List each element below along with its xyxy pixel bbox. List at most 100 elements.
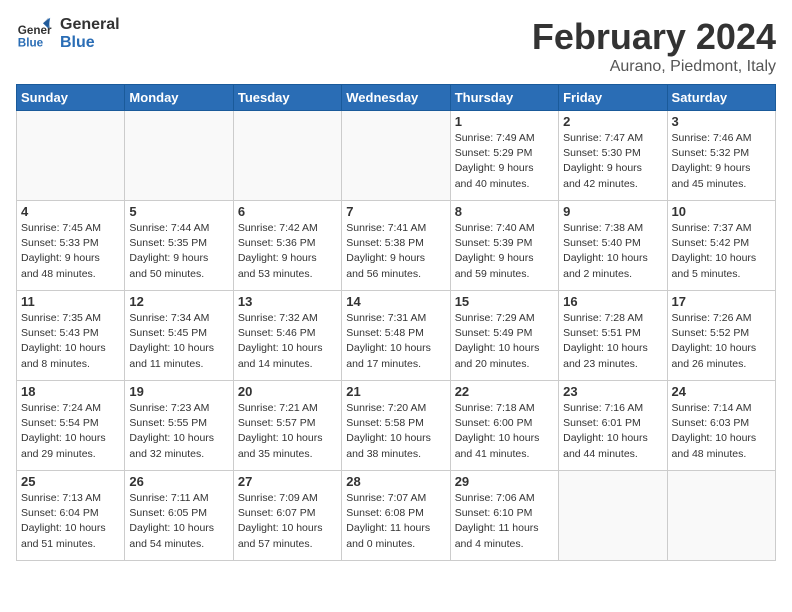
day-number: 22 [455, 384, 554, 399]
week-row-5: 25 Sunrise: 7:13 AM Sunset: 6:04 PM Dayli… [17, 471, 776, 561]
day-info: Sunrise: 7:23 AM Sunset: 5:55 PM Dayligh… [129, 401, 228, 462]
day-number: 20 [238, 384, 337, 399]
day-info: Sunrise: 7:09 AM Sunset: 6:07 PM Dayligh… [238, 491, 337, 552]
day-cell-5-4: 28 Sunrise: 7:07 AM Sunset: 6:08 PM Dayli… [342, 471, 450, 561]
day-info: Sunrise: 7:45 AM Sunset: 5:33 PM Dayligh… [21, 221, 120, 282]
day-cell-1-4 [342, 111, 450, 201]
day-cell-1-6: 2 Sunrise: 7:47 AM Sunset: 5:30 PM Daylig… [559, 111, 667, 201]
day-cell-1-7: 3 Sunrise: 7:46 AM Sunset: 5:32 PM Daylig… [667, 111, 775, 201]
day-number: 28 [346, 474, 445, 489]
day-number: 21 [346, 384, 445, 399]
day-number: 3 [672, 114, 771, 129]
day-cell-1-5: 1Sunrise: 7:49 AM Sunset: 5:29 PM Daylig… [450, 111, 558, 201]
day-cell-4-6: 23 Sunrise: 7:16 AM Sunset: 6:01 PM Dayli… [559, 381, 667, 471]
day-cell-4-2: 19 Sunrise: 7:23 AM Sunset: 5:55 PM Dayli… [125, 381, 233, 471]
day-cell-3-6: 16 Sunrise: 7:28 AM Sunset: 5:51 PM Dayli… [559, 291, 667, 381]
day-number: 25 [21, 474, 120, 489]
day-info: Sunrise: 7:38 AM Sunset: 5:40 PM Dayligh… [563, 221, 662, 282]
day-number: 10 [672, 204, 771, 219]
day-cell-4-1: 18Sunrise: 7:24 AM Sunset: 5:54 PM Dayli… [17, 381, 125, 471]
svg-text:Blue: Blue [18, 37, 44, 50]
day-cell-1-2 [125, 111, 233, 201]
week-row-3: 11 Sunrise: 7:35 AM Sunset: 5:43 PM Dayli… [17, 291, 776, 381]
day-cell-2-1: 4 Sunrise: 7:45 AM Sunset: 5:33 PM Daylig… [17, 201, 125, 291]
day-info: Sunrise: 7:16 AM Sunset: 6:01 PM Dayligh… [563, 401, 662, 462]
day-number: 6 [238, 204, 337, 219]
header-monday: Monday [125, 85, 233, 111]
day-cell-5-1: 25 Sunrise: 7:13 AM Sunset: 6:04 PM Dayli… [17, 471, 125, 561]
day-number: 19 [129, 384, 228, 399]
day-number: 26 [129, 474, 228, 489]
day-number: 8 [455, 204, 554, 219]
day-number: 24 [672, 384, 771, 399]
logo: General Blue General Blue [16, 16, 120, 52]
day-cell-2-7: 10 Sunrise: 7:37 AM Sunset: 5:42 PM Dayli… [667, 201, 775, 291]
day-cell-2-6: 9 Sunrise: 7:38 AM Sunset: 5:40 PM Daylig… [559, 201, 667, 291]
week-row-1: 1Sunrise: 7:49 AM Sunset: 5:29 PM Daylig… [17, 111, 776, 201]
day-info: Sunrise: 7:29 AM Sunset: 5:49 PM Dayligh… [455, 311, 554, 372]
day-number: 13 [238, 294, 337, 309]
day-cell-1-3 [233, 111, 341, 201]
day-number: 27 [238, 474, 337, 489]
day-cell-5-2: 26 Sunrise: 7:11 AM Sunset: 6:05 PM Dayli… [125, 471, 233, 561]
day-cell-2-4: 7 Sunrise: 7:41 AM Sunset: 5:38 PM Daylig… [342, 201, 450, 291]
day-cell-3-1: 11 Sunrise: 7:35 AM Sunset: 5:43 PM Dayli… [17, 291, 125, 381]
day-info: Sunrise: 7:18 AM Sunset: 6:00 PM Dayligh… [455, 401, 554, 462]
calendar-title: February 2024 [532, 16, 776, 58]
calendar-subtitle: Aurano, Piedmont, Italy [532, 58, 776, 76]
header-saturday: Saturday [667, 85, 775, 111]
day-info: Sunrise: 7:28 AM Sunset: 5:51 PM Dayligh… [563, 311, 662, 372]
day-number: 5 [129, 204, 228, 219]
day-info: Sunrise: 7:06 AM Sunset: 6:10 PM Dayligh… [455, 491, 554, 552]
day-info: Sunrise: 7:47 AM Sunset: 5:30 PM Dayligh… [563, 131, 662, 192]
day-info: Sunrise: 7:41 AM Sunset: 5:38 PM Dayligh… [346, 221, 445, 282]
day-number: 4 [21, 204, 120, 219]
day-cell-4-4: 21Sunrise: 7:20 AM Sunset: 5:58 PM Dayli… [342, 381, 450, 471]
day-info: Sunrise: 7:35 AM Sunset: 5:43 PM Dayligh… [21, 311, 120, 372]
day-number: 14 [346, 294, 445, 309]
day-info: Sunrise: 7:46 AM Sunset: 5:32 PM Dayligh… [672, 131, 771, 192]
day-cell-3-5: 15Sunrise: 7:29 AM Sunset: 5:49 PM Dayli… [450, 291, 558, 381]
day-number: 9 [563, 204, 662, 219]
day-info: Sunrise: 7:11 AM Sunset: 6:05 PM Dayligh… [129, 491, 228, 552]
day-cell-4-5: 22 Sunrise: 7:18 AM Sunset: 6:00 PM Dayli… [450, 381, 558, 471]
day-cell-2-2: 5Sunrise: 7:44 AM Sunset: 5:35 PM Daylig… [125, 201, 233, 291]
day-number: 18 [21, 384, 120, 399]
day-info: Sunrise: 7:32 AM Sunset: 5:46 PM Dayligh… [238, 311, 337, 372]
title-area: February 2024 Aurano, Piedmont, Italy [532, 16, 776, 76]
day-cell-5-3: 27 Sunrise: 7:09 AM Sunset: 6:07 PM Dayli… [233, 471, 341, 561]
header-thursday: Thursday [450, 85, 558, 111]
day-cell-4-3: 20Sunrise: 7:21 AM Sunset: 5:57 PM Dayli… [233, 381, 341, 471]
day-cell-5-6 [559, 471, 667, 561]
weekday-header-row: Sunday Monday Tuesday Wednesday Thursday… [17, 85, 776, 111]
day-number: 12 [129, 294, 228, 309]
header: General Blue General Blue February 2024 … [16, 16, 776, 76]
day-number: 1 [455, 114, 554, 129]
day-cell-4-7: 24 Sunrise: 7:14 AM Sunset: 6:03 PM Dayli… [667, 381, 775, 471]
day-info: Sunrise: 7:13 AM Sunset: 6:04 PM Dayligh… [21, 491, 120, 552]
day-number: 2 [563, 114, 662, 129]
day-info: Sunrise: 7:26 AM Sunset: 5:52 PM Dayligh… [672, 311, 771, 372]
day-info: Sunrise: 7:37 AM Sunset: 5:42 PM Dayligh… [672, 221, 771, 282]
day-info: Sunrise: 7:14 AM Sunset: 6:03 PM Dayligh… [672, 401, 771, 462]
header-sunday: Sunday [17, 85, 125, 111]
day-info: Sunrise: 7:07 AM Sunset: 6:08 PM Dayligh… [346, 491, 445, 552]
day-cell-2-5: 8 Sunrise: 7:40 AM Sunset: 5:39 PM Daylig… [450, 201, 558, 291]
week-row-2: 4 Sunrise: 7:45 AM Sunset: 5:33 PM Daylig… [17, 201, 776, 291]
logo-blue: Blue [60, 34, 120, 52]
day-cell-3-3: 13 Sunrise: 7:32 AM Sunset: 5:46 PM Dayli… [233, 291, 341, 381]
day-number: 23 [563, 384, 662, 399]
day-cell-5-5: 29Sunrise: 7:06 AM Sunset: 6:10 PM Dayli… [450, 471, 558, 561]
day-info: Sunrise: 7:40 AM Sunset: 5:39 PM Dayligh… [455, 221, 554, 282]
day-number: 7 [346, 204, 445, 219]
day-cell-5-7 [667, 471, 775, 561]
logo-general: General [60, 16, 120, 34]
day-number: 11 [21, 294, 120, 309]
day-cell-2-3: 6Sunrise: 7:42 AM Sunset: 5:36 PM Daylig… [233, 201, 341, 291]
day-cell-3-2: 12Sunrise: 7:34 AM Sunset: 5:45 PM Dayli… [125, 291, 233, 381]
day-info: Sunrise: 7:31 AM Sunset: 5:48 PM Dayligh… [346, 311, 445, 372]
header-tuesday: Tuesday [233, 85, 341, 111]
day-number: 16 [563, 294, 662, 309]
day-number: 17 [672, 294, 771, 309]
logo-icon: General Blue [16, 16, 52, 52]
